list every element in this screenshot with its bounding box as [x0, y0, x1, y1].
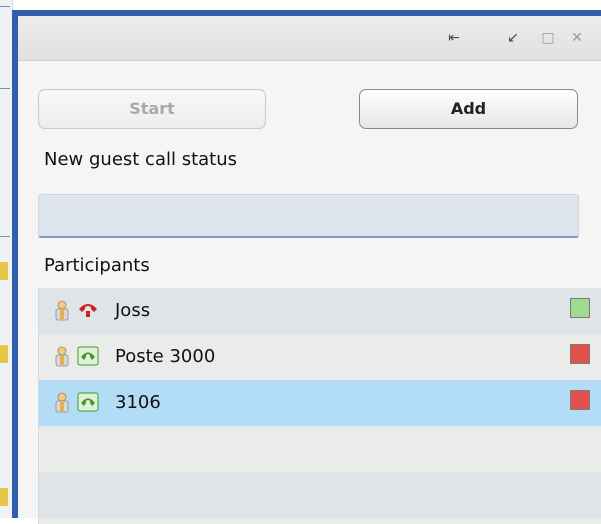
background-marker — [0, 488, 8, 506]
title-bar[interactable]: ⇤ ↙ □ ✕ — [18, 16, 601, 61]
maximize-icon[interactable]: □ — [538, 28, 558, 48]
close-icon[interactable]: ✕ — [567, 28, 587, 48]
participant-name: Joss — [115, 300, 151, 321]
participant-status-indicator — [570, 344, 590, 364]
guest-call-window: ⇤ ↙ □ ✕ Start Add New guest call status … — [12, 10, 601, 524]
empty-row — [39, 472, 601, 518]
dock-icon[interactable]: ↙ — [503, 28, 523, 48]
empty-row — [39, 426, 601, 472]
background-tick — [0, 6, 10, 7]
phone-active-icon — [77, 392, 99, 412]
status-label: New guest call status — [44, 149, 238, 170]
participants-list[interactable]: Joss Poste 3000 3106 — [38, 288, 601, 524]
background-marker — [0, 345, 8, 363]
person-icon — [55, 392, 69, 413]
background-marker — [0, 262, 8, 280]
phone-hangup-icon — [79, 304, 97, 317]
participant-row[interactable]: Joss — [39, 288, 601, 334]
participant-row-selected[interactable]: 3106 — [39, 380, 601, 426]
start-button[interactable]: Start — [38, 89, 266, 129]
participants-label: Participants — [44, 255, 150, 276]
background-tick — [0, 88, 10, 89]
participant-row[interactable]: Poste 3000 — [39, 334, 601, 380]
phone-active-icon — [77, 346, 99, 366]
participant-status-indicator — [570, 390, 590, 410]
person-icon — [55, 300, 69, 321]
pin-icon[interactable]: ⇤ — [444, 28, 464, 48]
add-button[interactable]: Add — [359, 89, 578, 129]
window-content: Start Add New guest call status Particip… — [18, 61, 601, 524]
person-icon — [55, 346, 69, 367]
participant-name: 3106 — [115, 392, 161, 413]
guest-call-status-field[interactable] — [38, 194, 579, 238]
participant-status-indicator — [570, 298, 590, 318]
background-tick — [0, 236, 10, 237]
participant-name: Poste 3000 — [115, 346, 216, 367]
